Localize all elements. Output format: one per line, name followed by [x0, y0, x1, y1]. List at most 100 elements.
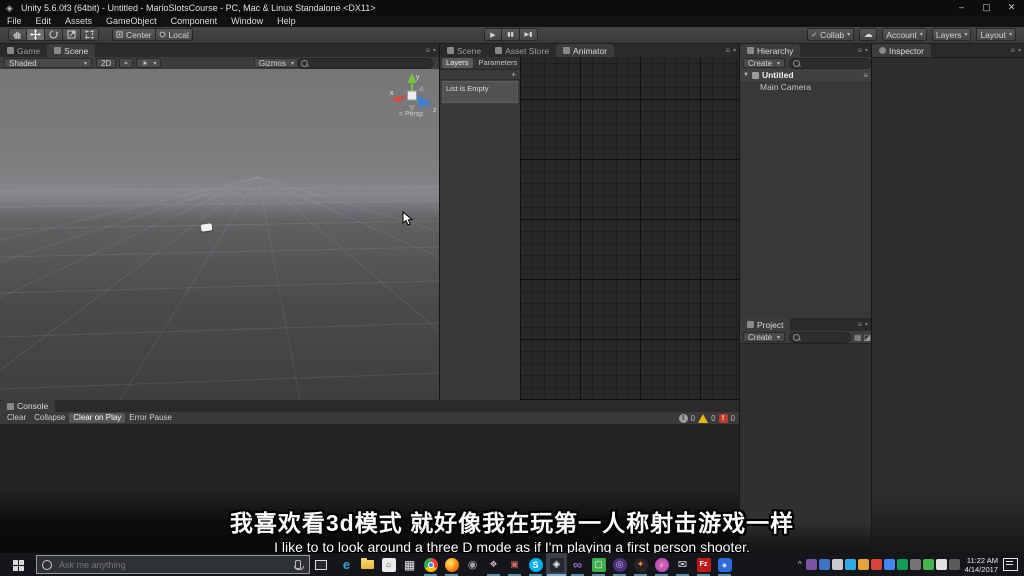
animator-graph-area[interactable] — [520, 57, 739, 400]
tray-icon[interactable] — [884, 559, 895, 570]
scene-audio-button[interactable] — [119, 58, 133, 68]
project-search-field[interactable] — [789, 332, 851, 343]
media-app-icon[interactable]: ▣ — [504, 553, 525, 576]
shading-mode-dropdown[interactable]: Shaded ▾ — [4, 58, 92, 68]
pause-button[interactable]: ▮▮ — [502, 28, 520, 41]
console-collapse-button[interactable]: Collapse — [30, 413, 69, 423]
tray-icon[interactable] — [845, 559, 856, 570]
cortana-search-box[interactable] — [36, 555, 310, 574]
tray-icon[interactable] — [923, 559, 934, 570]
tab-scene-2[interactable]: Scene — [440, 44, 488, 57]
warning-icon[interactable] — [698, 414, 708, 423]
parameters-subtab[interactable]: Parameters — [475, 58, 522, 68]
panel-dropdown-icon[interactable]: ▾ — [865, 47, 868, 54]
rotate-tool-icon[interactable] — [45, 28, 63, 41]
hierarchy-scene-row[interactable]: ▼ Untitled ≡ — [740, 69, 871, 81]
menu-component[interactable]: Component — [164, 16, 225, 27]
taskbar-search-input[interactable] — [57, 559, 290, 571]
menu-edit[interactable]: Edit — [29, 16, 59, 27]
menu-file[interactable]: File — [0, 16, 29, 27]
store-icon[interactable]: ⌂ — [378, 553, 399, 576]
console-clear-on-play-button[interactable]: Clear on Play — [69, 413, 125, 423]
photos-app-icon[interactable]: ❖ — [483, 553, 504, 576]
panel-dropdown-icon[interactable]: ▾ — [1018, 47, 1021, 54]
minimize-button[interactable]: – — [949, 0, 974, 16]
green-app-icon[interactable]: ▢ — [588, 553, 609, 576]
tray-icon[interactable] — [819, 559, 830, 570]
tab-console[interactable]: Console — [0, 400, 55, 412]
tray-icon[interactable] — [897, 559, 908, 570]
hierarchy-create-button[interactable]: Create ▾ — [743, 58, 785, 68]
task-view-button[interactable] — [310, 553, 332, 576]
menu-help[interactable]: Help — [270, 16, 303, 27]
hierarchy-item-main-camera[interactable]: Main Camera — [740, 81, 871, 92]
layers-subtab[interactable]: Layers — [442, 58, 473, 68]
scene-viewport[interactable]: x y z < Persp — [0, 69, 439, 400]
close-button[interactable]: ✕ — [999, 0, 1024, 16]
filezilla-icon[interactable]: Fz — [693, 553, 714, 576]
start-button[interactable] — [0, 553, 36, 576]
panel-menu-icon[interactable]: ≡ — [857, 46, 862, 55]
panel-menu-icon[interactable]: ≡ — [425, 46, 430, 55]
tray-icon[interactable] — [832, 559, 843, 570]
tab-hierarchy[interactable]: Hierarchy — [740, 44, 800, 57]
add-layer-button[interactable]: + — [511, 70, 516, 79]
panel-dropdown-icon[interactable]: ▾ — [865, 321, 868, 328]
tray-icon[interactable] — [806, 559, 817, 570]
panel-dropdown-icon[interactable]: ▾ — [433, 47, 436, 54]
step-button[interactable]: ▶▮ — [520, 28, 538, 41]
maximize-button[interactable]: ▢ — [974, 0, 999, 16]
calculator-icon[interactable]: ▦ — [399, 553, 420, 576]
perspective-label[interactable]: < Persp — [383, 111, 439, 118]
tab-asset-store[interactable]: Asset Store — [488, 44, 556, 57]
panel-menu-icon[interactable]: ≡ — [1010, 46, 1015, 55]
rect-tool-icon[interactable] — [81, 28, 99, 41]
skype-icon[interactable]: S — [525, 553, 546, 576]
scene-search-field[interactable] — [297, 58, 433, 69]
panel-menu-icon[interactable]: ≡ — [857, 320, 862, 329]
panel-dropdown-icon[interactable]: ▾ — [733, 47, 736, 54]
chrome-icon[interactable] — [420, 553, 441, 576]
tab-animator[interactable]: Animator — [556, 44, 614, 57]
menu-window[interactable]: Window — [224, 16, 270, 27]
firefox-icon[interactable] — [441, 553, 462, 576]
account-button[interactable]: Account ▾ — [882, 28, 927, 41]
visual-studio-icon[interactable]: ∞ — [567, 553, 588, 576]
scene-context-menu-icon[interactable]: ≡ — [863, 71, 868, 80]
menu-gameobject[interactable]: GameObject — [99, 16, 164, 27]
collab-button[interactable]: ✓ Collab ▾ — [807, 28, 854, 41]
hand-tool-icon[interactable] — [8, 28, 27, 41]
tab-scene[interactable]: Scene — [47, 44, 95, 57]
pinwheel-app-icon[interactable]: ✦ — [630, 553, 651, 576]
unity-taskbar-icon[interactable]: ◈ — [546, 553, 567, 576]
scale-tool-icon[interactable] — [63, 28, 81, 41]
gizmos-dropdown[interactable]: Gizmos ▾ — [254, 58, 299, 68]
camera-app-icon[interactable]: ◉ — [462, 553, 483, 576]
tray-icon[interactable] — [858, 559, 869, 570]
tab-inspector[interactable]: Inspector — [872, 44, 931, 57]
search-by-label-icon[interactable]: ◪ — [863, 333, 871, 342]
file-explorer-icon[interactable] — [357, 553, 378, 576]
mail-app-icon[interactable]: ✉ — [672, 553, 693, 576]
tray-expand-icon[interactable]: ^ — [795, 560, 805, 569]
action-center-icon[interactable] — [1003, 558, 1018, 571]
toggle-2d-button[interactable]: 2D — [96, 58, 116, 68]
panel-menu-icon[interactable]: ≡ — [725, 46, 730, 55]
purple-app-icon[interactable]: ◎ — [609, 553, 630, 576]
menu-assets[interactable]: Assets — [58, 16, 99, 27]
tab-project[interactable]: Project — [740, 318, 790, 331]
cloud-button[interactable]: ☁ — [859, 28, 877, 41]
music-app-icon[interactable]: ♪ — [651, 553, 672, 576]
foldout-icon[interactable]: ▼ — [743, 72, 749, 78]
move-tool-icon[interactable] — [27, 28, 45, 41]
project-create-button[interactable]: Create ▾ — [743, 332, 785, 342]
error-icon[interactable]: ! — [719, 414, 728, 423]
layout-button[interactable]: Layout ▾ — [976, 28, 1016, 41]
search-by-type-icon[interactable]: ▦ — [854, 333, 862, 342]
tab-game[interactable]: Game — [0, 44, 47, 57]
obs-app-icon[interactable]: ● — [714, 553, 735, 576]
play-button[interactable]: ▶ — [484, 28, 502, 41]
microphone-icon[interactable] — [295, 560, 301, 569]
tray-icon[interactable] — [949, 559, 960, 570]
pivot-local-button[interactable]: Local — [156, 28, 193, 41]
